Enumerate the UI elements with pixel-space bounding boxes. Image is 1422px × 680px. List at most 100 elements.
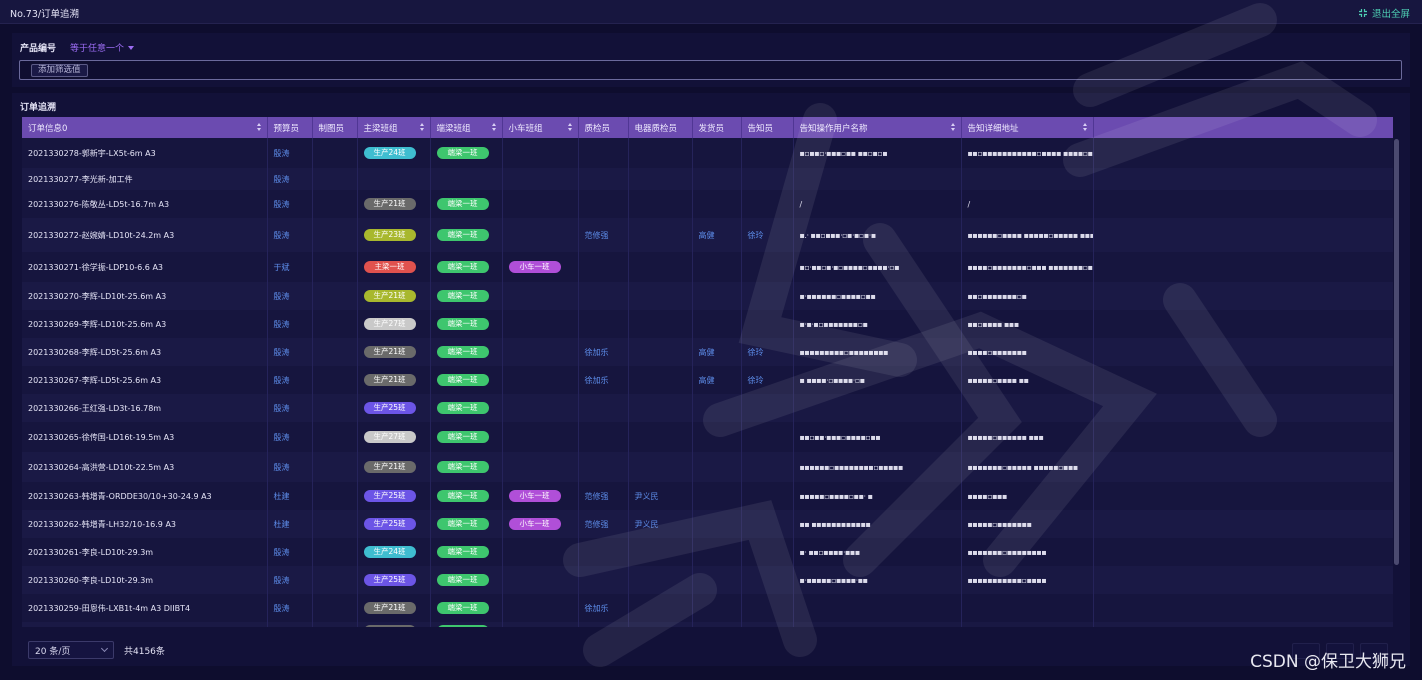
filter-field-label: 产品编号 (20, 44, 57, 54)
budget-officer-cell[interactable]: 杜建 (267, 510, 313, 538)
column-header: 电器质检员 (628, 117, 693, 138)
table-row[interactable]: 2021330272-赵婉婧-LD10t-24.2m A3 殷涛 生产23班 端梁一班… (22, 218, 1393, 252)
table-row[interactable]: 2021330262-韩增青-LH32/10-16.9 A3 杜建 生产25班 端梁一… (22, 510, 1393, 538)
notifier-cell (741, 310, 794, 338)
inspector-cell[interactable]: 范修强 (578, 218, 629, 252)
trolley-team-cell (502, 594, 579, 622)
table-row[interactable]: 2021330260-李良-LD10t-29.3m 殷涛 生产25班 端梁一班 ▪·▪▪… (22, 566, 1393, 594)
table-row[interactable]: 2021330266-王红强-LD3t-16.78m 殷涛 生产25班 端梁一班 (22, 394, 1393, 422)
notify-user-cell: / (793, 190, 962, 218)
drafter-cell (312, 452, 358, 482)
filler-cell (1093, 138, 1393, 168)
filler-cell (1093, 482, 1393, 510)
notifier-cell[interactable]: 徐玲 (741, 218, 794, 252)
budget-officer-cell[interactable]: 殷涛 (267, 282, 313, 310)
table-row[interactable]: 2021330259-田恩伟-LXB1t-4m A3 DIIBT4 殷涛 生产21班… (22, 594, 1393, 622)
shipper-cell (692, 138, 742, 168)
table-row[interactable]: 2021330278-郭新宇-LX5t-6m A3 殷涛 生产24班 端梁一班 ▪▫▪▪… (22, 138, 1393, 168)
budget-officer-cell[interactable]: 殷涛 (267, 422, 313, 452)
column-header[interactable]: 小车班组 (502, 117, 579, 138)
inspector-cell[interactable]: 徐加乐 (578, 594, 629, 622)
end-beam-team-cell: 端梁一班 (430, 422, 503, 452)
sort-icon[interactable] (419, 123, 425, 132)
filler-cell (1093, 510, 1393, 538)
exit-fullscreen-button[interactable]: 退出全屏 (1358, 6, 1410, 20)
end-beam-team-cell: 端梁一班 (430, 138, 503, 168)
electrical-inspector-cell[interactable]: 尹义民 (628, 510, 693, 538)
budget-officer-cell[interactable]: 殷涛 (267, 538, 313, 566)
budget-officer-cell[interactable]: 殷涛 (267, 452, 313, 482)
order-info-cell: 2021330259-田恩伟-LXB1t-4m A3 DIIBT4 (22, 594, 268, 622)
filter-panel: 产品编号 等于任意一个 添加筛选值 (12, 33, 1410, 87)
inspector-cell (578, 622, 629, 627)
notify-address-cell: ▪▪▪▪▫▪▪▪▪▪▪▪ (961, 338, 1094, 366)
inspector-cell[interactable]: 徐加乐 (578, 366, 629, 394)
team-badge: 生产27班 (363, 318, 416, 330)
column-header[interactable]: 端梁班组 (430, 117, 503, 138)
trolley-team-cell (502, 310, 579, 338)
sort-icon[interactable] (950, 123, 956, 132)
sort-icon[interactable] (491, 123, 497, 132)
shipper-cell[interactable]: 高健 (692, 366, 742, 394)
table-row[interactable]: 2021330269-李辉-LD10t-25.6m A3 殷涛 生产27班 端梁一班 ▪… (22, 310, 1393, 338)
notify-user-cell: ▪▪▪▪▪▫▪▪▪▪▫▪▪· ▪ (793, 482, 962, 510)
table-row[interactable]: 2021330271-徐学振-LDP10-6.6 A3 于斌 主梁一班 端梁一班 小车一… (22, 252, 1393, 282)
budget-officer-cell[interactable]: 于斌 (267, 252, 313, 282)
filler-cell (1093, 190, 1393, 218)
page-size-select[interactable]: 20 条/页 (28, 641, 114, 659)
notify-address-cell (961, 594, 1094, 622)
table-row[interactable] (22, 622, 1393, 627)
column-header[interactable]: 主梁班组 (357, 117, 431, 138)
notify-address-cell: ▪▪▪▪▪▪▪▫▪▪▪▪▪▪▪▪ (961, 538, 1094, 566)
sort-icon[interactable] (1082, 123, 1088, 132)
table-row[interactable]: 2021330265-徐传国-LD16t-19.5m A3 殷涛 生产27班 端梁一班… (22, 422, 1393, 452)
column-header-label: 主梁班组 (363, 123, 398, 134)
column-header[interactable]: 订单信息0 (22, 117, 268, 138)
inspector-cell[interactable]: 徐加乐 (578, 338, 629, 366)
electrical-inspector-cell[interactable]: 尹义民 (628, 482, 693, 510)
column-header[interactable]: 告知操作用户名称 (793, 117, 962, 138)
notifier-cell (741, 622, 794, 627)
budget-officer-cell[interactable]: 殷涛 (267, 594, 313, 622)
table-row[interactable]: 2021330270-李辉-LD10t-25.6m A3 殷涛 生产21班 端梁一班 ▪… (22, 282, 1393, 310)
budget-officer-cell[interactable]: 杜建 (267, 482, 313, 510)
table-row[interactable]: 2021330267-李辉-LD5t-25.6m A3 殷涛 生产21班 端梁一班 徐加… (22, 366, 1393, 394)
budget-officer-cell[interactable]: 殷涛 (267, 566, 313, 594)
table-row[interactable]: 2021330268-李辉-LD5t-25.6m A3 殷涛 生产21班 端梁一班 徐加… (22, 338, 1393, 366)
sort-icon[interactable] (256, 123, 262, 132)
table-row[interactable]: 2021330276-陈敬丛-LD5t-16.7m A3 殷涛 生产21班 端梁一班 /… (22, 190, 1393, 218)
filter-value-box[interactable]: 添加筛选值 (19, 60, 1402, 80)
budget-officer-cell[interactable]: 殷涛 (267, 190, 313, 218)
budget-officer-cell[interactable]: 殷涛 (267, 138, 313, 168)
sort-icon[interactable] (567, 123, 573, 132)
add-filter-value-button[interactable]: 添加筛选值 (31, 64, 88, 77)
shipper-cell[interactable]: 高健 (692, 218, 742, 252)
notifier-cell (741, 138, 794, 168)
table-row[interactable]: 2021330261-李良-LD10t-29.3m 殷涛 生产24班 端梁一班 ▪· ▪… (22, 538, 1393, 566)
electrical-inspector-cell (628, 538, 693, 566)
table-row[interactable]: 2021330264-高洪营-LD10t-22.5m A3 殷涛 生产21班 端梁一班… (22, 452, 1393, 482)
inspector-cell[interactable]: 范修强 (578, 510, 629, 538)
table-row[interactable]: 2021330263-韩增青-ORDDE30/10+30-24.9 A3 杜建 生产… (22, 482, 1393, 510)
budget-officer-cell[interactable]: 殷涛 (267, 168, 313, 190)
inspector-cell[interactable]: 范修强 (578, 482, 629, 510)
column-header-label: 制图员 (318, 123, 345, 134)
column-header[interactable]: 告知详细地址 (961, 117, 1094, 138)
end-beam-team-cell: 端梁一班 (430, 282, 503, 310)
team-badge: 端梁一班 (436, 346, 489, 358)
notifier-cell[interactable]: 徐玲 (741, 338, 794, 366)
notifier-cell[interactable]: 徐玲 (741, 366, 794, 394)
notifier-cell (741, 394, 794, 422)
budget-officer-cell[interactable]: 殷涛 (267, 366, 313, 394)
budget-officer-cell[interactable]: 殷涛 (267, 218, 313, 252)
table-row[interactable]: 2021330277-李光新-加工件 殷涛 (22, 168, 1393, 190)
vertical-scrollbar-thumb[interactable] (1394, 139, 1399, 565)
team-badge: 生产21班 (363, 461, 416, 473)
electrical-inspector-cell (628, 190, 693, 218)
budget-officer-cell[interactable]: 殷涛 (267, 310, 313, 338)
budget-officer-cell[interactable]: 殷涛 (267, 338, 313, 366)
filter-operator-dropdown[interactable]: 等于任意一个 (70, 41, 135, 54)
team-badge: 生产21班 (363, 290, 416, 302)
budget-officer-cell[interactable]: 殷涛 (267, 394, 313, 422)
shipper-cell[interactable]: 高健 (692, 338, 742, 366)
